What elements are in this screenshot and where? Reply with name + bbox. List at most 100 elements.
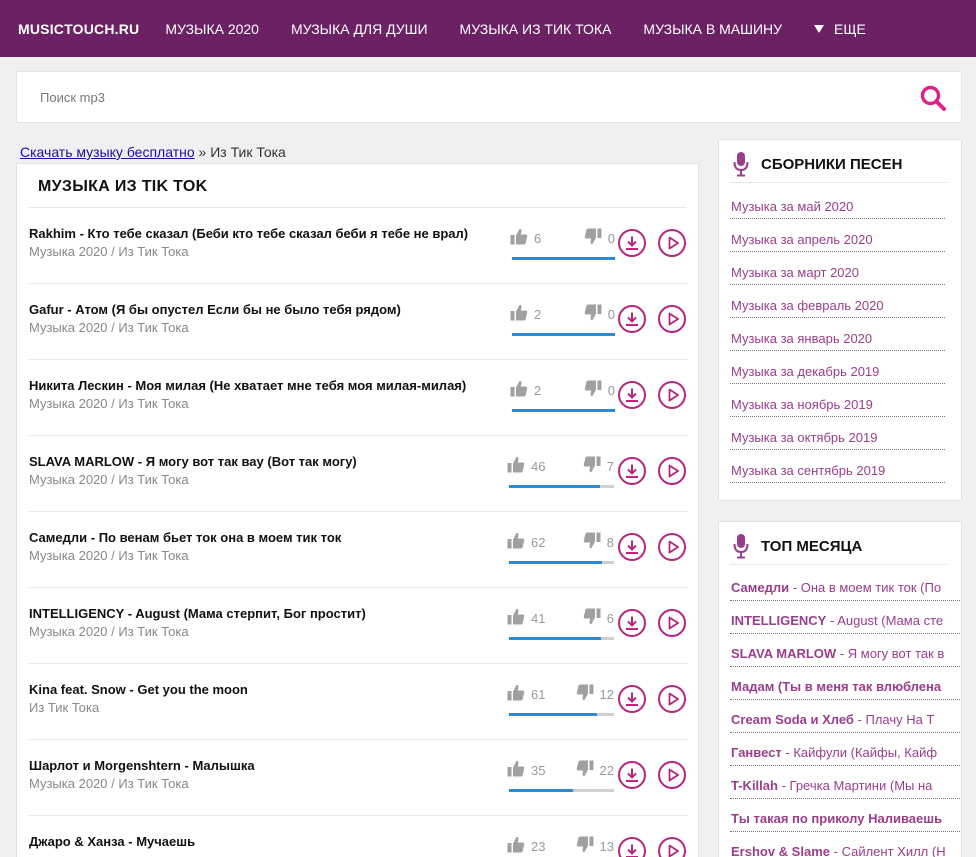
play-button[interactable] — [658, 457, 686, 485]
like-button[interactable]: 23 — [507, 836, 545, 856]
like-button[interactable]: 6 — [510, 228, 541, 248]
track-separator: - — [180, 758, 193, 773]
like-button[interactable]: 2 — [510, 380, 541, 400]
play-button[interactable] — [658, 837, 686, 857]
play-button[interactable] — [658, 609, 686, 637]
dislike-button[interactable]: 0 — [584, 380, 615, 400]
dislike-count: 13 — [599, 838, 614, 854]
top-month-item[interactable]: Ershov & Slame - Сайлент Хилл (Н — [730, 832, 961, 857]
site-logo[interactable]: MUSICTOUCH.RU — [18, 21, 139, 37]
play-button[interactable] — [658, 381, 686, 409]
download-button[interactable] — [618, 533, 646, 561]
track-title[interactable]: Rakhim - Кто тебе сказал (Беби кто тебе … — [29, 226, 468, 241]
like-button[interactable]: 2 — [510, 304, 541, 324]
track-row: Джаро & Ханза - Мучаешь 23 13 — [28, 816, 688, 857]
collection-link[interactable]: Музыка за февраль 2020 — [730, 285, 945, 318]
top-month-item[interactable]: INTELLIGENCY - August (Мама сте — [730, 601, 961, 634]
rating-bar — [512, 257, 615, 260]
top-month-item[interactable]: SLAVA MARLOW - Я могу вот так в — [730, 634, 961, 667]
rating-widget: 41 6 — [507, 608, 614, 640]
track-title[interactable]: Джаро & Ханза - Мучаешь — [29, 834, 195, 849]
rating-bar — [512, 409, 615, 412]
track-title[interactable]: INTELLIGENCY - August (Мама стерпит, Бог… — [29, 606, 366, 621]
play-button[interactable] — [658, 761, 686, 789]
top-month-item[interactable]: Ты такая по приколу Наливаешь — [730, 799, 961, 832]
search-icon[interactable] — [919, 84, 947, 112]
play-button[interactable] — [658, 229, 686, 257]
like-icon — [507, 760, 525, 780]
track-category[interactable]: Из Тик Тока — [29, 700, 99, 715]
play-button[interactable] — [658, 685, 686, 713]
dislike-button[interactable]: 8 — [583, 532, 614, 552]
like-count: 2 — [534, 306, 542, 322]
collections-title: СБОРНИКИ ПЕСЕН — [761, 155, 903, 173]
track-category[interactable]: Музыка 2020 / Из Тик Тока — [29, 548, 189, 563]
download-button[interactable] — [618, 305, 646, 333]
collection-link[interactable]: Музыка за декабрь 2019 — [730, 351, 945, 384]
collection-link[interactable]: Музыка за ноябрь 2019 — [730, 384, 945, 417]
track-song: Малышка — [192, 758, 255, 773]
nav-item-music-car[interactable]: МУЗЫКА В МАШИНУ — [627, 21, 798, 37]
like-button[interactable]: 35 — [507, 760, 545, 780]
dislike-button[interactable]: 13 — [576, 836, 614, 856]
play-button[interactable] — [658, 305, 686, 333]
download-button[interactable] — [618, 229, 646, 257]
track-title[interactable]: Шарлот и Morgenshtern - Малышка — [29, 758, 255, 773]
collection-link[interactable]: Музыка за январь 2020 — [730, 318, 945, 351]
dislike-button[interactable]: 0 — [584, 228, 615, 248]
track-song: По венам бьет ток она в моем тик ток — [98, 530, 342, 545]
dislike-button[interactable]: 6 — [583, 608, 614, 628]
download-button[interactable] — [618, 761, 646, 789]
top-month-item[interactable]: Мадам (Ты в меня так влюблена — [730, 667, 961, 700]
like-button[interactable]: 41 — [507, 608, 545, 628]
download-button[interactable] — [618, 837, 646, 857]
dislike-button[interactable]: 22 — [576, 760, 614, 780]
collection-link[interactable]: Музыка за май 2020 — [730, 186, 945, 219]
track-title[interactable]: Самедли - По венам бьет ток она в моем т… — [29, 530, 341, 545]
breadcrumb-home-link[interactable]: Скачать музыку бесплатно — [20, 144, 195, 160]
collection-link[interactable]: Музыка за апрель 2020 — [730, 219, 945, 252]
dislike-button[interactable]: 12 — [576, 684, 614, 704]
download-button[interactable] — [618, 609, 646, 637]
dislike-button[interactable]: 7 — [583, 456, 614, 476]
track-artist: SLAVA MARLOW — [29, 454, 135, 469]
track-title[interactable]: Никита Лескин - Моя милая (Не хватает мн… — [29, 378, 466, 393]
play-icon — [666, 540, 680, 554]
like-button[interactable]: 61 — [507, 684, 545, 704]
top-month-item[interactable]: Cream Soda и Хлеб - Плачу На Т — [730, 700, 961, 733]
play-button[interactable] — [658, 533, 686, 561]
dislike-icon — [584, 304, 602, 324]
nav-item-music-for-soul[interactable]: МУЗЫКА ДЛЯ ДУШИ — [275, 21, 444, 37]
top-month-item[interactable]: T-Killah - Гречка Мартини (Мы на — [730, 766, 961, 799]
top-month-artist: T-Killah — [731, 778, 778, 793]
search-input[interactable] — [40, 89, 900, 105]
top-month-artist: Мадам (Ты в меня так влюблена — [731, 679, 942, 694]
dislike-icon — [583, 456, 601, 476]
download-button[interactable] — [618, 381, 646, 409]
track-category[interactable]: Музыка 2020 / Из Тик Тока — [29, 320, 189, 335]
top-month-item[interactable]: Самедли - Она в моем тик ток (По — [730, 568, 961, 601]
track-category[interactable]: Музыка 2020 / Из Тик Тока — [29, 776, 189, 791]
collection-link[interactable]: Музыка за март 2020 — [730, 252, 945, 285]
top-month-item[interactable]: Ганвест - Кайфули (Кайфы, Кайф — [730, 733, 961, 766]
rating-bar-fill — [509, 561, 602, 564]
collection-link[interactable]: Музыка за октябрь 2019 — [730, 417, 945, 450]
collections-header: СБОРНИКИ ПЕСЕН — [733, 150, 902, 178]
track-title[interactable]: SLAVA MARLOW - Я могу вот так вау (Вот т… — [29, 454, 357, 469]
nav-item-music-2020[interactable]: МУЗЫКА 2020 — [149, 21, 275, 37]
like-button[interactable]: 46 — [507, 456, 545, 476]
nav-more-dropdown[interactable]: ЕЩЕ — [798, 21, 882, 37]
like-button[interactable]: 62 — [507, 532, 545, 552]
dislike-button[interactable]: 0 — [584, 304, 615, 324]
collection-link[interactable]: Музыка за сентябрь 2019 — [730, 450, 945, 483]
track-category[interactable]: Музыка 2020 / Из Тик Тока — [29, 396, 189, 411]
track-category[interactable]: Музыка 2020 / Из Тик Тока — [29, 244, 189, 259]
download-button[interactable] — [618, 685, 646, 713]
track-category[interactable]: Музыка 2020 / Из Тик Тока — [29, 472, 189, 487]
track-title[interactable]: Gafur - Атом (Я бы опустел Если бы не бы… — [29, 302, 401, 317]
like-count: 41 — [531, 610, 546, 626]
nav-item-music-tiktok[interactable]: МУЗЫКА ИЗ ТИК ТОКА — [444, 21, 628, 37]
download-button[interactable] — [618, 457, 646, 485]
track-title[interactable]: Kina feat. Snow - Get you the moon — [29, 682, 248, 697]
track-category[interactable]: Музыка 2020 / Из Тик Тока — [29, 624, 189, 639]
